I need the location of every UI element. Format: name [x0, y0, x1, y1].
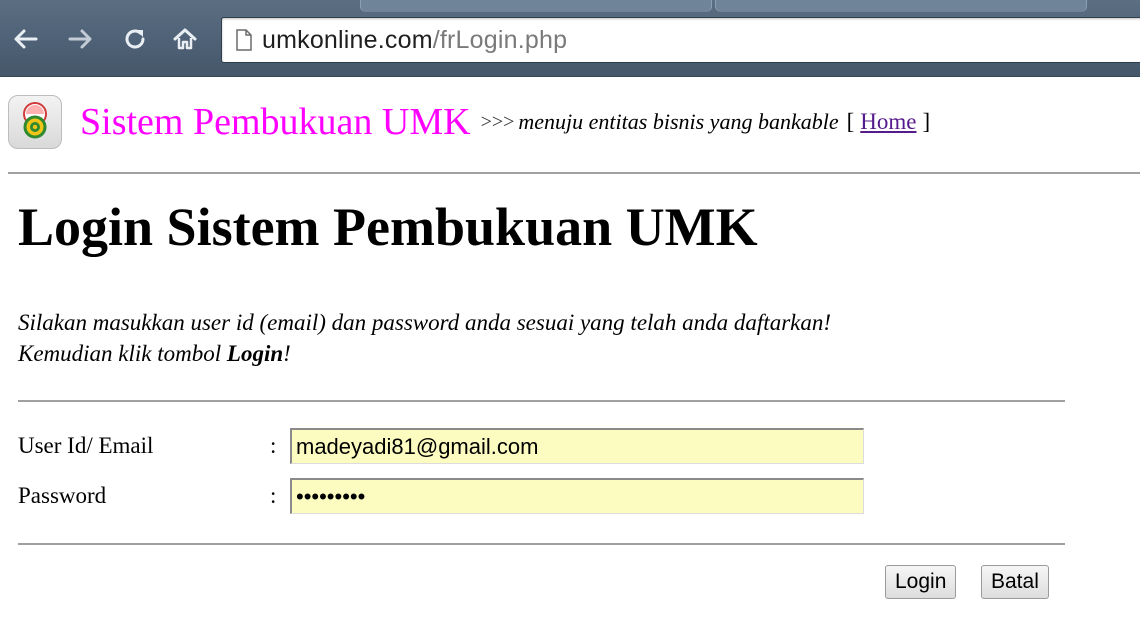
browser-toolbar: umkonline.com/frLogin.php: [0, 0, 1140, 77]
password-colon: :: [270, 483, 277, 508]
url-text[interactable]: umkonline.com/frLogin.php: [262, 26, 567, 55]
email-field[interactable]: [290, 428, 864, 464]
form-divider-top: [18, 400, 1065, 402]
umk-logo-icon: [8, 95, 62, 149]
site-header: Sistem Pembukuan UMK >>> menuju entitas …: [8, 91, 930, 153]
url-path: /frLogin.php: [432, 25, 568, 54]
bracket-open: [: [846, 109, 855, 134]
form-divider-bottom: [18, 543, 1065, 545]
site-title: Sistem Pembukuan UMK: [80, 101, 471, 143]
tagline: menuju entitas bisnis yang bankable: [518, 109, 839, 134]
address-bar[interactable]: umkonline.com/frLogin.php: [221, 17, 1140, 63]
page-icon: [235, 28, 253, 52]
email-row: User Id/ Email :: [18, 428, 918, 468]
header-divider: [8, 172, 1140, 174]
forward-arrow-icon: [68, 29, 92, 49]
login-button[interactable]: Login: [885, 565, 957, 599]
reload-button[interactable]: [118, 22, 152, 56]
password-field[interactable]: [290, 478, 864, 514]
instruction-login-word: Login: [226, 341, 284, 366]
instruction-suffix: !: [283, 341, 291, 366]
browser-tab[interactable]: [360, 0, 712, 12]
back-arrow-icon: [14, 29, 38, 49]
login-instructions: Silakan masukkan user id (email) dan pas…: [18, 307, 831, 369]
page-title: Login Sistem Pembukuan UMK: [18, 197, 758, 257]
url-host: umkonline.com: [262, 25, 433, 54]
home-button[interactable]: [168, 22, 202, 56]
password-row: Password :: [18, 478, 918, 518]
instruction-line-2: Kemudian klik tombol Login!: [18, 338, 831, 369]
back-button[interactable]: [8, 22, 42, 56]
cancel-button[interactable]: Batal: [981, 565, 1049, 599]
instruction-prefix: Kemudian klik tombol: [18, 341, 227, 366]
instruction-line-1: Silakan masukkan user id (email) dan pas…: [18, 310, 832, 335]
tagline-arrows: >>>: [480, 110, 515, 133]
bracket-close: ]: [922, 109, 931, 134]
home-link[interactable]: Home: [860, 109, 916, 135]
email-label: User Id/ Email: [18, 433, 154, 458]
reload-icon: [125, 29, 145, 49]
password-label: Password: [18, 483, 107, 508]
email-colon: :: [270, 433, 277, 458]
home-icon: [173, 28, 197, 50]
forward-button[interactable]: [64, 22, 98, 56]
browser-tab[interactable]: [715, 0, 1087, 12]
